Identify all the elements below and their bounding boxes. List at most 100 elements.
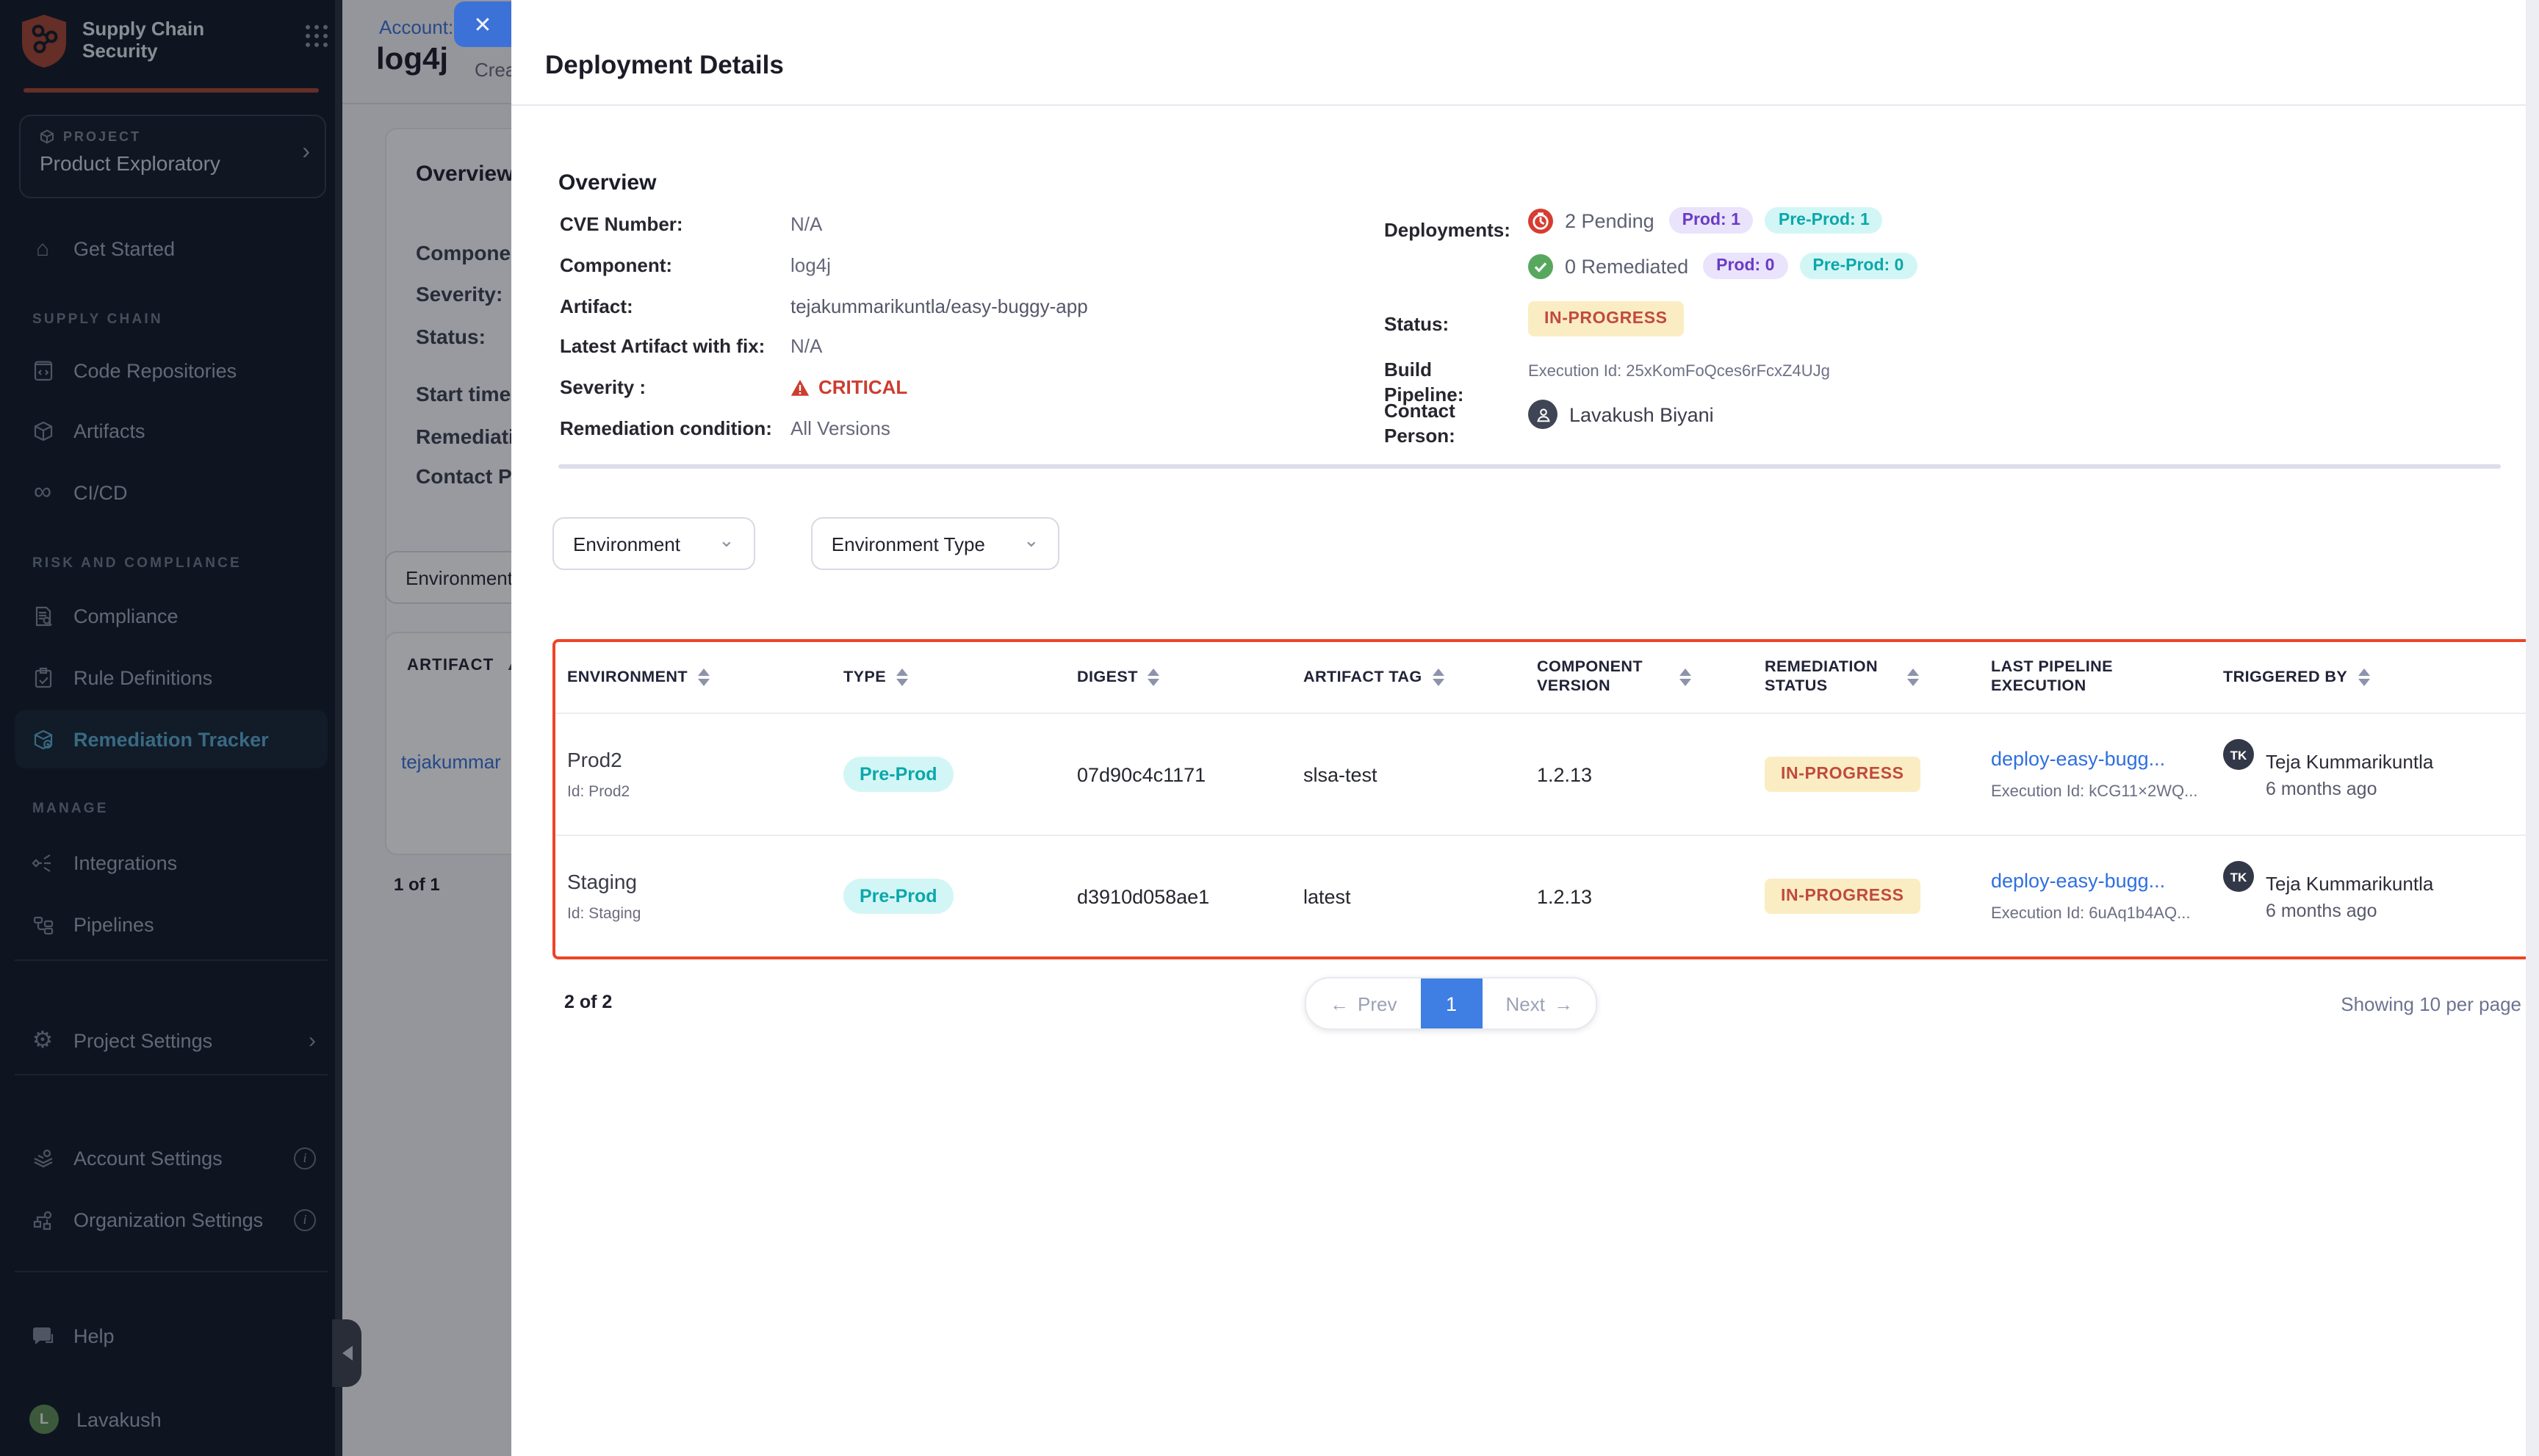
warning-triangle-icon — [790, 378, 810, 396]
cve-value: N/A — [790, 214, 822, 236]
cell-environment: Staging Id: Staging — [567, 836, 843, 956]
results-count: 2 of 2 — [564, 992, 612, 1012]
cell-triggered-by: TK Teja Kummarikuntla 6 months ago — [2223, 714, 2530, 835]
pending-count: 2 Pending — [1565, 209, 1654, 231]
drawer-title: Deployment Details — [545, 49, 784, 80]
col-triggered-by[interactable]: TRIGGERED BY — [2223, 642, 2530, 713]
pipeline-link[interactable]: deploy-easy-bugg... — [1991, 748, 2165, 770]
environment-type-filter[interactable]: Environment Type ⌄ — [811, 517, 1060, 570]
status-badge: IN-PROGRESS — [1765, 879, 1920, 914]
cell-remediation-status: IN-PROGRESS — [1765, 714, 1991, 835]
col-environment[interactable]: ENVIRONMENT — [567, 642, 843, 713]
arrow-left-icon: ← — [1330, 992, 1349, 1014]
person-avatar-icon — [1528, 400, 1557, 429]
triggered-by-avatar: TK — [2223, 739, 2254, 770]
status-badge: IN-PROGRESS — [1528, 301, 1684, 336]
sort-icon[interactable] — [1148, 668, 1160, 686]
cell-last-pipeline-execution: deploy-easy-bugg... Execution Id: kCG11×… — [1991, 714, 2223, 835]
close-button[interactable]: ✕ — [454, 1, 511, 47]
latest-fix-label: Latest Artifact with fix: — [560, 336, 790, 358]
col-digest[interactable]: DIGEST — [1077, 642, 1303, 713]
cell-last-pipeline-execution: deploy-easy-bugg... Execution Id: 6uAq1b… — [1991, 836, 2223, 956]
sort-icon[interactable] — [698, 668, 710, 686]
deployments-label: Deployments: — [1384, 217, 1502, 242]
filters-row: Environment ⌄ Environment Type ⌄ — [552, 517, 1060, 570]
sort-icon[interactable] — [1433, 668, 1444, 686]
preprod-badge: Pre-Prod — [843, 879, 954, 914]
artifact-value: tejakummarikuntla/easy-buggy-app — [790, 295, 1088, 317]
table-row[interactable]: Prod2 Id: Prod2 Pre-Prod 07d90c4c1171 sl… — [555, 713, 2530, 835]
overview-fields: CVE Number:N/A Component:log4j Artifact:… — [560, 204, 1088, 448]
overview-heading: Overview — [558, 171, 656, 196]
sort-icon[interactable] — [2358, 668, 2369, 686]
cell-digest: 07d90c4c1171 — [1077, 714, 1303, 835]
app-root: Supply Chain Security PROJECT Product Ex… — [0, 0, 2539, 1456]
component-label: Component: — [560, 254, 790, 276]
triggered-by-time: 6 months ago — [2266, 778, 2433, 799]
pager: ←Prev 1 Next→ — [1305, 977, 1598, 1030]
sort-icon[interactable] — [1907, 668, 1919, 686]
col-type[interactable]: TYPE — [843, 642, 1077, 713]
remediated-count: 0 Remediated — [1565, 255, 1688, 277]
close-icon: ✕ — [473, 11, 491, 37]
pipeline-link[interactable]: deploy-easy-bugg... — [1991, 870, 2165, 892]
environment-filter[interactable]: Environment ⌄ — [552, 517, 755, 570]
cell-artifact-tag: latest — [1303, 836, 1537, 956]
cell-environment: Prod2 Id: Prod2 — [567, 714, 843, 835]
col-artifact-tag[interactable]: ARTIFACT TAG — [1303, 642, 1537, 713]
pending-icon — [1528, 208, 1553, 233]
cell-artifact-tag: slsa-test — [1303, 714, 1537, 835]
pending-preprod-badge: Pre-Prod: 1 — [1765, 207, 1883, 234]
page-1-button[interactable]: 1 — [1420, 979, 1482, 1028]
remediated-check-icon — [1528, 253, 1553, 278]
deployments-remediated-row: 0 Remediated Prod: 0 Pre-Prod: 0 — [1528, 253, 1917, 279]
sort-icon[interactable] — [1679, 668, 1691, 686]
cell-type: Pre-Prod — [843, 714, 1077, 835]
latest-fix-value: N/A — [790, 336, 822, 358]
preprod-badge: Pre-Prod — [843, 757, 954, 792]
cell-digest: d3910d058ae1 — [1077, 836, 1303, 956]
per-page-label: Showing 10 per page — [2341, 993, 2521, 1015]
deployments-table: ENVIRONMENT TYPE DIGEST ARTIFACT TAG COM… — [552, 639, 2533, 959]
triggered-by-avatar: TK — [2223, 861, 2254, 892]
artifact-label: Artifact: — [560, 295, 790, 317]
triggered-by-name: Teja Kummarikuntla — [2266, 872, 2433, 894]
sort-icon[interactable] — [896, 668, 908, 686]
remediated-prod-badge: Prod: 0 — [1703, 253, 1787, 279]
cell-triggered-by: TK Teja Kummarikuntla 6 months ago — [2223, 836, 2530, 956]
cell-remediation-status: IN-PROGRESS — [1765, 836, 1991, 956]
status-label: Status: — [1384, 311, 1502, 336]
remediation-condition-label: Remediation condition: — [560, 417, 790, 439]
pipeline-execution-id: Execution Id: 6uAq1b4AQ... — [1991, 905, 2191, 923]
col-last-pipeline-execution[interactable]: LAST PIPELINE EXECUTION — [1991, 642, 2223, 713]
table-header-row: ENVIRONMENT TYPE DIGEST ARTIFACT TAG COM… — [555, 642, 2530, 713]
chevron-down-icon: ⌄ — [1023, 529, 1040, 552]
triggered-by-time: 6 months ago — [2266, 900, 2433, 920]
status-badge: IN-PROGRESS — [1765, 757, 1920, 792]
pending-prod-badge: Prod: 1 — [1669, 207, 1754, 234]
remediation-condition-value: All Versions — [790, 417, 890, 439]
page-scrollbar[interactable] — [2526, 0, 2539, 1456]
build-pipeline-execution-id: Execution Id: 25xKomFoQces6rFcxZ4UJg — [1528, 363, 1830, 381]
cell-type: Pre-Prod — [843, 836, 1077, 956]
contact-person-value: Lavakush Biyani — [1528, 400, 1714, 429]
col-remediation-status[interactable]: REMEDIATION STATUS — [1765, 642, 1991, 713]
status-badge-wrap: IN-PROGRESS — [1528, 301, 1684, 336]
cve-label: CVE Number: — [560, 214, 790, 236]
component-value: log4j — [790, 254, 831, 276]
cell-component-version: 1.2.13 — [1537, 714, 1765, 835]
overview-scroll-track[interactable] — [558, 464, 2501, 469]
prev-button[interactable]: ←Prev — [1306, 979, 1420, 1028]
remediated-preprod-badge: Pre-Prod: 0 — [1799, 253, 1917, 279]
pagination-bar: 2 of 2 ←Prev 1 Next→ Showing 10 per page — [552, 974, 2533, 1033]
table-row[interactable]: Staging Id: Staging Pre-Prod d3910d058ae… — [555, 835, 2530, 956]
arrow-right-icon: → — [1554, 992, 1573, 1014]
pipeline-execution-id: Execution Id: kCG11×2WQ... — [1991, 783, 2197, 801]
severity-value: CRITICAL — [790, 376, 907, 398]
severity-label: Severity : — [560, 376, 790, 398]
col-component-version[interactable]: COMPONENT VERSION — [1537, 642, 1765, 713]
next-button[interactable]: Next→ — [1482, 979, 1596, 1028]
chevron-down-icon: ⌄ — [719, 529, 735, 552]
deployment-details-drawer: Deployment Details Overview CVE Number:N… — [511, 0, 2539, 1456]
deployments-pending-row: 2 Pending Prod: 1 Pre-Prod: 1 — [1528, 207, 1883, 234]
